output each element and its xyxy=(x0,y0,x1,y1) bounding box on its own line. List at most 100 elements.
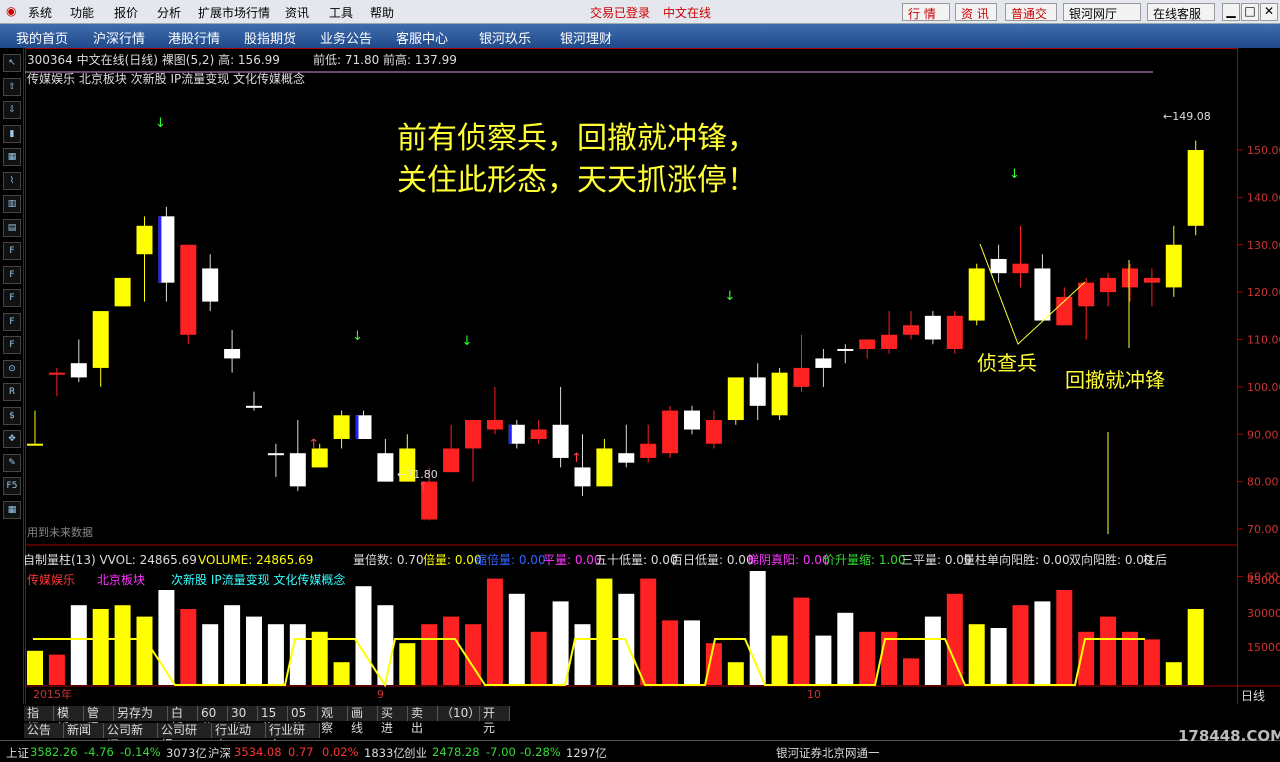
menu-item-7[interactable]: 帮助 xyxy=(370,4,394,21)
nav-item-3[interactable]: 股指期货 xyxy=(244,28,296,47)
nav-item-0[interactable]: 我的首页 xyxy=(16,28,68,47)
toolbar-k-icon[interactable]: ▮ xyxy=(3,124,21,143)
nav-item-1[interactable]: 沪深行情 xyxy=(93,28,145,47)
toolbar-move-icon[interactable]: ✥ xyxy=(3,430,21,448)
menu-button-4[interactable]: 在线客服 xyxy=(1147,3,1215,21)
candle xyxy=(552,386,569,468)
candle-body xyxy=(1165,244,1182,288)
menu-button-2[interactable]: 普通交易 xyxy=(1005,3,1057,38)
toolbar-f1-icon[interactable]: F xyxy=(3,265,21,284)
nav-item-4[interactable]: 业务公告 xyxy=(320,28,372,47)
candle xyxy=(881,311,898,354)
info-tab-4[interactable]: 行业动态 xyxy=(212,723,266,752)
menu-item-5[interactable]: 资讯 xyxy=(285,4,309,21)
toolbar-fin-icon[interactable]: F xyxy=(3,242,21,260)
bottom-tab-1[interactable]: 模板 xyxy=(54,706,84,735)
toolbar-f2-icon[interactable]: F xyxy=(3,289,21,307)
toolbar-f5-icon[interactable]: ⊙ xyxy=(3,359,21,378)
toolbar-pen-icon[interactable]: ✎ xyxy=(3,453,21,472)
bottom-tab-11[interactable]: 买进 xyxy=(378,706,408,735)
price-label: 100.00 xyxy=(1247,381,1280,394)
menu-button-1[interactable]: 资 讯 xyxy=(955,3,997,21)
candle-body xyxy=(202,268,219,302)
toolbar-dollar-icon[interactable]: $ xyxy=(3,406,21,425)
price-label: 80.00 xyxy=(1247,476,1279,489)
candle-body xyxy=(377,453,394,482)
bottom-tab-7[interactable]: 15分 xyxy=(258,706,288,735)
nav-item-5[interactable]: 客服中心 xyxy=(396,28,448,47)
volume-bar xyxy=(1012,605,1029,685)
volume-bar xyxy=(1143,639,1160,685)
toolbar-f5b-icon[interactable]: F5 xyxy=(3,477,21,495)
candle-body xyxy=(465,420,481,449)
bottom-tab-4[interactable]: 白板 xyxy=(168,706,198,735)
toolbar-rsi-icon[interactable]: R xyxy=(3,383,21,401)
menu-item-3[interactable]: 分析 xyxy=(157,4,181,21)
toolbar-down-icon[interactable]: ⇩ xyxy=(3,101,21,119)
bottom-tab-6[interactable]: 30分 xyxy=(228,706,258,735)
candle-body xyxy=(1034,268,1051,321)
window-max-icon[interactable]: □ xyxy=(1241,3,1259,21)
nav-item-7[interactable]: 银河理财 xyxy=(560,28,612,47)
bottom-tab-8[interactable]: 05分 xyxy=(288,706,318,735)
up-arrow-icon: ↑ xyxy=(308,437,319,452)
window-min-icon[interactable]: ▁ xyxy=(1222,3,1240,21)
toolbar-up-icon[interactable]: ⇧ xyxy=(3,77,21,96)
info-tab-3[interactable]: 公司研报 xyxy=(158,723,212,752)
menu-item-4[interactable]: 扩展市场行情 xyxy=(198,4,270,21)
menu-item-2[interactable]: 报价 xyxy=(114,4,138,21)
x-axis-label: 9 xyxy=(377,688,384,701)
bottom-tab-0[interactable]: 指标 xyxy=(24,706,54,735)
toolbar-pointer-icon[interactable]: ↖ xyxy=(3,54,21,72)
bottom-tab-9[interactable]: 观察 xyxy=(318,706,348,735)
candle xyxy=(662,405,679,458)
candle-edge xyxy=(355,415,359,439)
bottom-tab-10[interactable]: 画线 xyxy=(348,706,378,735)
nav-item-2[interactable]: 港股行情 xyxy=(168,28,220,47)
menu-button-3[interactable]: 银河网厅 xyxy=(1063,3,1141,21)
volume-bar xyxy=(990,628,1007,685)
volume-bar xyxy=(114,605,131,685)
info-tab-1[interactable]: 新闻 xyxy=(64,723,104,738)
toolbar-grid-icon[interactable]: ▦ xyxy=(3,500,21,519)
vol-axis-label: 15000 xyxy=(1247,641,1280,654)
info-tab-2[interactable]: 公司新闻 xyxy=(104,723,158,752)
window-close-icon[interactable]: ✕ xyxy=(1260,3,1278,21)
status-item-9: 1833亿 xyxy=(364,746,405,760)
candle-body xyxy=(48,372,65,375)
bottom-tab-3[interactable]: 另存为 xyxy=(114,706,168,721)
volume-bar xyxy=(486,578,503,685)
menu-item-6[interactable]: 工具 xyxy=(329,4,353,21)
candle-body xyxy=(289,453,306,487)
kline-svg[interactable]: 300364 中文在线(日线) 裸图(5,2) 高: 156.99 前低: 71.… xyxy=(5,48,1280,751)
candle-body xyxy=(552,424,569,458)
info-tab-0[interactable]: 公告 xyxy=(24,723,64,738)
toolbar-line-icon[interactable]: ⌇ xyxy=(3,171,21,190)
toolbar-f3-icon[interactable]: F xyxy=(3,312,21,331)
future-data-note: 用到未来数据 xyxy=(27,525,93,539)
candle-body xyxy=(946,315,963,349)
volume-bar xyxy=(837,612,854,685)
nav-item-6[interactable]: 银河玖乐 xyxy=(479,28,531,47)
app-logo-icon: ◉ xyxy=(6,4,17,18)
candle xyxy=(70,339,87,383)
toolbar-f4-icon[interactable]: F xyxy=(3,336,21,354)
toolbar-bar-icon[interactable]: ▥ xyxy=(3,195,21,213)
menu-item-0[interactable]: 系统 xyxy=(28,4,52,21)
bottom-tab-2[interactable]: 管理 xyxy=(84,706,114,735)
bottom-tab-13[interactable]: （10） xyxy=(438,706,480,721)
bottom-tab-14[interactable]: 开元 xyxy=(480,706,510,735)
status-item-8: 0.02% xyxy=(322,745,359,759)
toolbar-mix-icon[interactable]: ▤ xyxy=(3,218,21,237)
toolbar-table-icon[interactable]: ▦ xyxy=(3,148,21,166)
volume-bar xyxy=(640,578,657,685)
menu-item-1[interactable]: 功能 xyxy=(70,4,94,21)
menu-button-0[interactable]: 行 情 xyxy=(902,3,950,21)
vol-indicator: 柱后 xyxy=(1143,552,1167,567)
candle-body xyxy=(443,448,460,473)
candle xyxy=(333,410,350,449)
info-tab-5[interactable]: 行业研究 xyxy=(266,723,320,752)
up-arrow-icon: ↑ xyxy=(571,451,582,466)
bottom-tab-12[interactable]: 卖出 xyxy=(408,706,438,735)
bottom-tab-5[interactable]: 60分 xyxy=(198,706,228,735)
